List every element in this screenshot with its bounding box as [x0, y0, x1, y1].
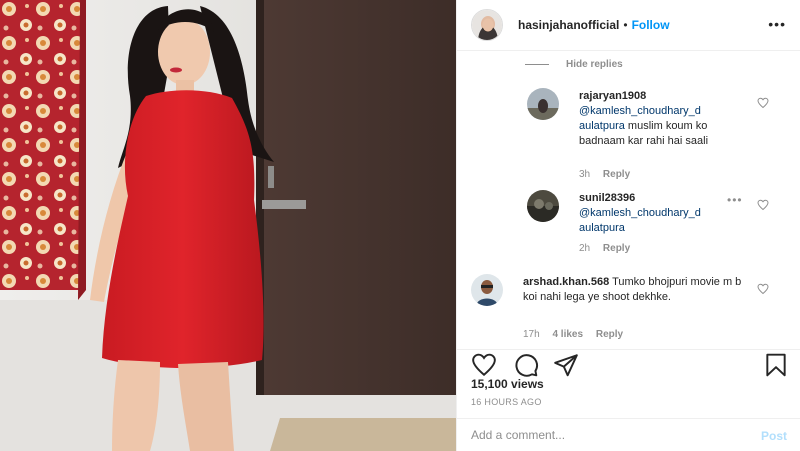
comment-username[interactable]: arshad.khan.568: [523, 276, 609, 288]
like-comment-icon[interactable]: [757, 283, 769, 295]
photo-illustration: [0, 0, 456, 451]
comment-meta: 3h Reply: [579, 169, 640, 180]
comment-username[interactable]: sunil28396: [579, 192, 635, 204]
comment-text: arshad.khan.568 Tumko bhojpuri movie m b…: [523, 275, 743, 305]
divider-line: [525, 64, 549, 65]
comment-text: sunil28396 @kamlesh_choudhary_d aulatpur…: [579, 191, 739, 236]
comment-likes[interactable]: 4 likes: [552, 329, 583, 340]
reply-item: sunil28396 @kamlesh_choudhary_d aulatpur…: [527, 190, 787, 258]
post-timestamp[interactable]: 16 HOURS AGO: [471, 397, 542, 407]
comment-item: arshad.khan.568 Tumko bhojpuri movie m b…: [471, 274, 787, 344]
bookmark-icon[interactable]: [763, 352, 789, 378]
comment-icon[interactable]: [513, 352, 539, 378]
post-sidebar: hasinjahanofficial • Follow ••• Hide rep…: [456, 0, 800, 451]
comment-time[interactable]: 2h: [579, 243, 590, 254]
comment-meta: 2h Reply: [579, 243, 640, 254]
comment-text: rajaryan1908 @kamlesh_choudhary_d aulatp…: [579, 89, 719, 149]
comment-input[interactable]: [471, 428, 741, 442]
like-comment-icon[interactable]: [757, 199, 769, 211]
post-photo[interactable]: [0, 0, 456, 451]
author-avatar[interactable]: [471, 9, 503, 41]
hide-replies-button[interactable]: Hide replies: [525, 59, 623, 70]
comment-username[interactable]: rajaryan1908: [579, 90, 646, 102]
post-button[interactable]: Post: [761, 429, 787, 443]
comment-mention[interactable]: @kamlesh_choudhary_d aulatpura: [579, 207, 701, 234]
like-comment-icon[interactable]: [757, 97, 769, 109]
reply-button[interactable]: Reply: [596, 329, 623, 340]
reply-button[interactable]: Reply: [603, 169, 630, 180]
view-count[interactable]: 15,100 views: [471, 377, 544, 391]
share-icon[interactable]: [553, 352, 579, 378]
heart-icon[interactable]: [471, 352, 497, 378]
comment-time[interactable]: 3h: [579, 169, 590, 180]
follow-button[interactable]: Follow: [632, 18, 670, 32]
commenter-avatar[interactable]: [527, 190, 559, 222]
commenter-avatar[interactable]: [527, 88, 559, 120]
comment-time[interactable]: 17h: [523, 329, 540, 340]
comment-meta: 17h 4 likes Reply: [523, 329, 633, 340]
reply-item: rajaryan1908 @kamlesh_choudhary_d aulatp…: [527, 88, 787, 184]
more-options-icon[interactable]: •••: [768, 16, 786, 32]
separator-dot: •: [623, 18, 628, 32]
author-username[interactable]: hasinjahanofficial: [518, 18, 619, 32]
add-comment-bar: Post: [457, 418, 800, 451]
hide-replies-label: Hide replies: [566, 59, 623, 70]
post-header: hasinjahanofficial • Follow •••: [457, 0, 800, 51]
reply-button[interactable]: Reply: [603, 243, 630, 254]
comment-options-icon[interactable]: •••: [727, 193, 743, 207]
commenter-avatar[interactable]: [471, 274, 503, 306]
comments-list: Hide replies rajaryan1908 @kamlesh_choud…: [457, 52, 800, 349]
